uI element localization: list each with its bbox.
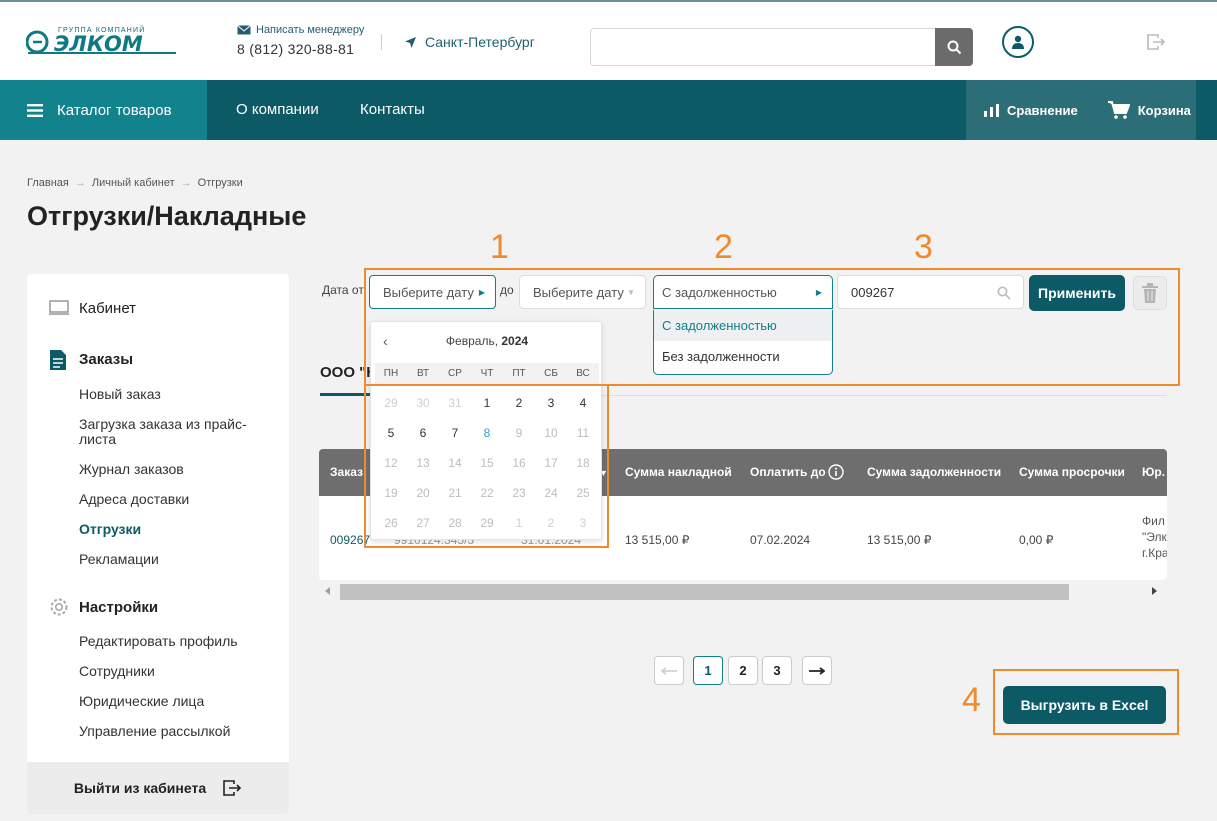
- annotation-box-calendar: [364, 384, 609, 548]
- header-divider: [381, 34, 382, 50]
- search-button[interactable]: [935, 28, 973, 66]
- document-icon: [50, 350, 66, 370]
- nav-contacts[interactable]: Контакты: [360, 101, 425, 118]
- search-icon: [947, 40, 961, 54]
- arrow-right-icon: [809, 666, 825, 675]
- compare-label: Сравнение: [1007, 102, 1078, 118]
- scroll-thumb[interactable]: [340, 584, 1069, 600]
- monitor-icon: [49, 300, 69, 315]
- legal-line: г.Кра: [1142, 546, 1167, 560]
- sidebar-item-mailing[interactable]: Управление рассылкой: [79, 724, 269, 739]
- main-nav: Каталог товаров О компании Контакты Срав…: [0, 80, 1217, 140]
- scroll-right-icon[interactable]: [1152, 587, 1157, 595]
- nav-about[interactable]: О компании: [236, 101, 319, 118]
- logo-subtitle: ГРУППА КОМПАНИЙ: [58, 27, 146, 34]
- svg-text:ЭЛКОМ: ЭЛКОМ: [54, 32, 143, 56]
- breadcrumb: Главная → Личный кабинет → Отгрузки: [27, 177, 243, 189]
- write-manager-link[interactable]: Написать менеджеру: [237, 24, 364, 36]
- page-title: Отгрузки/Накладные: [27, 201, 307, 231]
- top-header: ЭЛКОМ ГРУППА КОМПАНИЙ Написать менеджеру…: [0, 0, 1217, 80]
- write-manager-label: Написать менеджеру: [256, 24, 365, 36]
- logout-icon[interactable]: [1146, 33, 1166, 51]
- breadcrumb-separator: →: [74, 177, 86, 189]
- gear-icon: [50, 598, 68, 616]
- cell-invoice-sum: 13 515,00 ₽: [625, 533, 690, 547]
- annotation-number-1: 1: [490, 228, 509, 266]
- page-3-button[interactable]: 3: [762, 656, 792, 685]
- info-icon[interactable]: [828, 464, 844, 480]
- legal-line: Фил: [1142, 514, 1165, 528]
- annotation-box-filters: [364, 268, 1180, 386]
- sidebar-cabinet[interactable]: Кабинет: [79, 300, 136, 317]
- sidebar-item-claims[interactable]: Рекламации: [79, 552, 269, 567]
- col-debt-sum[interactable]: Сумма задолженности: [867, 465, 1001, 479]
- manager-contact: Написать менеджеру 8 (812) 320-88-81: [237, 24, 364, 57]
- cell-legal-entity: Фил "Элк г.Кра: [1142, 513, 1167, 561]
- col-legal-entity[interactable]: Юр.: [1142, 465, 1165, 479]
- next-page-button[interactable]: [802, 656, 832, 685]
- city-label: Санкт-Петербург: [425, 34, 535, 50]
- sidebar-item-legal-entities[interactable]: Юридические лица: [79, 694, 269, 709]
- compare-link[interactable]: Сравнение: [984, 103, 1078, 118]
- table-scrollbar[interactable]: [319, 583, 1167, 601]
- city-selector[interactable]: Санкт-Петербург: [404, 34, 535, 50]
- col-order[interactable]: Заказ: [330, 465, 363, 479]
- sidebar-item-price-upload[interactable]: Загрузка заказа из прайс-листа: [79, 417, 269, 447]
- cart-label: Корзина: [1137, 102, 1191, 118]
- col-pay-until[interactable]: Оплатить до: [750, 465, 826, 479]
- logout-icon: [223, 780, 242, 796]
- phone-number[interactable]: 8 (812) 320-88-81: [237, 41, 364, 57]
- col-invoice-sum[interactable]: Сумма накладной: [625, 465, 732, 479]
- prev-page-button[interactable]: [654, 656, 684, 685]
- sidebar-item-order-journal[interactable]: Журнал заказов: [79, 462, 269, 477]
- location-arrow-icon: [405, 36, 416, 48]
- page-1-button[interactable]: 1: [693, 656, 723, 685]
- cart-icon: [1107, 101, 1130, 119]
- catalog-button[interactable]: Каталог товаров: [0, 80, 207, 140]
- cell-overdue-sum: 0,00 ₽: [1019, 533, 1054, 547]
- cell-pay-until: 07.02.2024: [750, 533, 811, 547]
- catalog-label: Каталог товаров: [57, 101, 172, 119]
- col-overdue-sum[interactable]: Сумма просрочки: [1019, 465, 1125, 479]
- cell-debt-sum: 13 515,00 ₽: [867, 533, 932, 547]
- cart-link[interactable]: Корзина: [1107, 101, 1191, 119]
- sidebar-item-shipments[interactable]: Отгрузки: [79, 522, 269, 537]
- account-button[interactable]: [1002, 26, 1034, 58]
- breadcrumb-current: Отгрузки: [197, 177, 243, 189]
- sidebar-orders-title[interactable]: Заказы: [79, 351, 133, 368]
- sidebar-settings-title[interactable]: Настройки: [79, 599, 158, 616]
- menu-icon: [27, 103, 43, 117]
- user-icon: [1012, 35, 1024, 49]
- sidebar-item-edit-profile[interactable]: Редактировать профиль: [79, 634, 269, 649]
- logout-button[interactable]: Выйти из кабинета: [27, 762, 289, 814]
- annotation-box-export: [993, 669, 1179, 735]
- arrow-left-icon: [661, 666, 677, 675]
- annotation-number-3: 3: [914, 228, 933, 266]
- legal-line: "Элк: [1142, 530, 1167, 544]
- account-sidebar: Кабинет Заказы Новый заказ Загрузка зака…: [27, 274, 289, 814]
- annotation-number-4: 4: [962, 681, 981, 719]
- date-from-label: Дата от: [322, 283, 364, 297]
- search-input[interactable]: [590, 28, 973, 66]
- breadcrumb-separator: →: [180, 177, 192, 189]
- mail-icon: [237, 25, 251, 35]
- bar-chart-icon: [984, 103, 999, 117]
- breadcrumb-cabinet[interactable]: Личный кабинет: [92, 177, 175, 189]
- breadcrumb-home[interactable]: Главная: [27, 177, 69, 189]
- sidebar-item-employees[interactable]: Сотрудники: [79, 664, 269, 679]
- sidebar-item-delivery-addresses[interactable]: Адреса доставки: [79, 492, 269, 507]
- annotation-number-2: 2: [714, 228, 733, 266]
- scroll-left-icon[interactable]: [325, 587, 330, 595]
- sidebar-item-new-order[interactable]: Новый заказ: [79, 387, 269, 402]
- nav-actions: Сравнение Корзина: [966, 80, 1196, 140]
- page-2-button[interactable]: 2: [728, 656, 758, 685]
- logout-label: Выйти из кабинета: [73, 780, 207, 796]
